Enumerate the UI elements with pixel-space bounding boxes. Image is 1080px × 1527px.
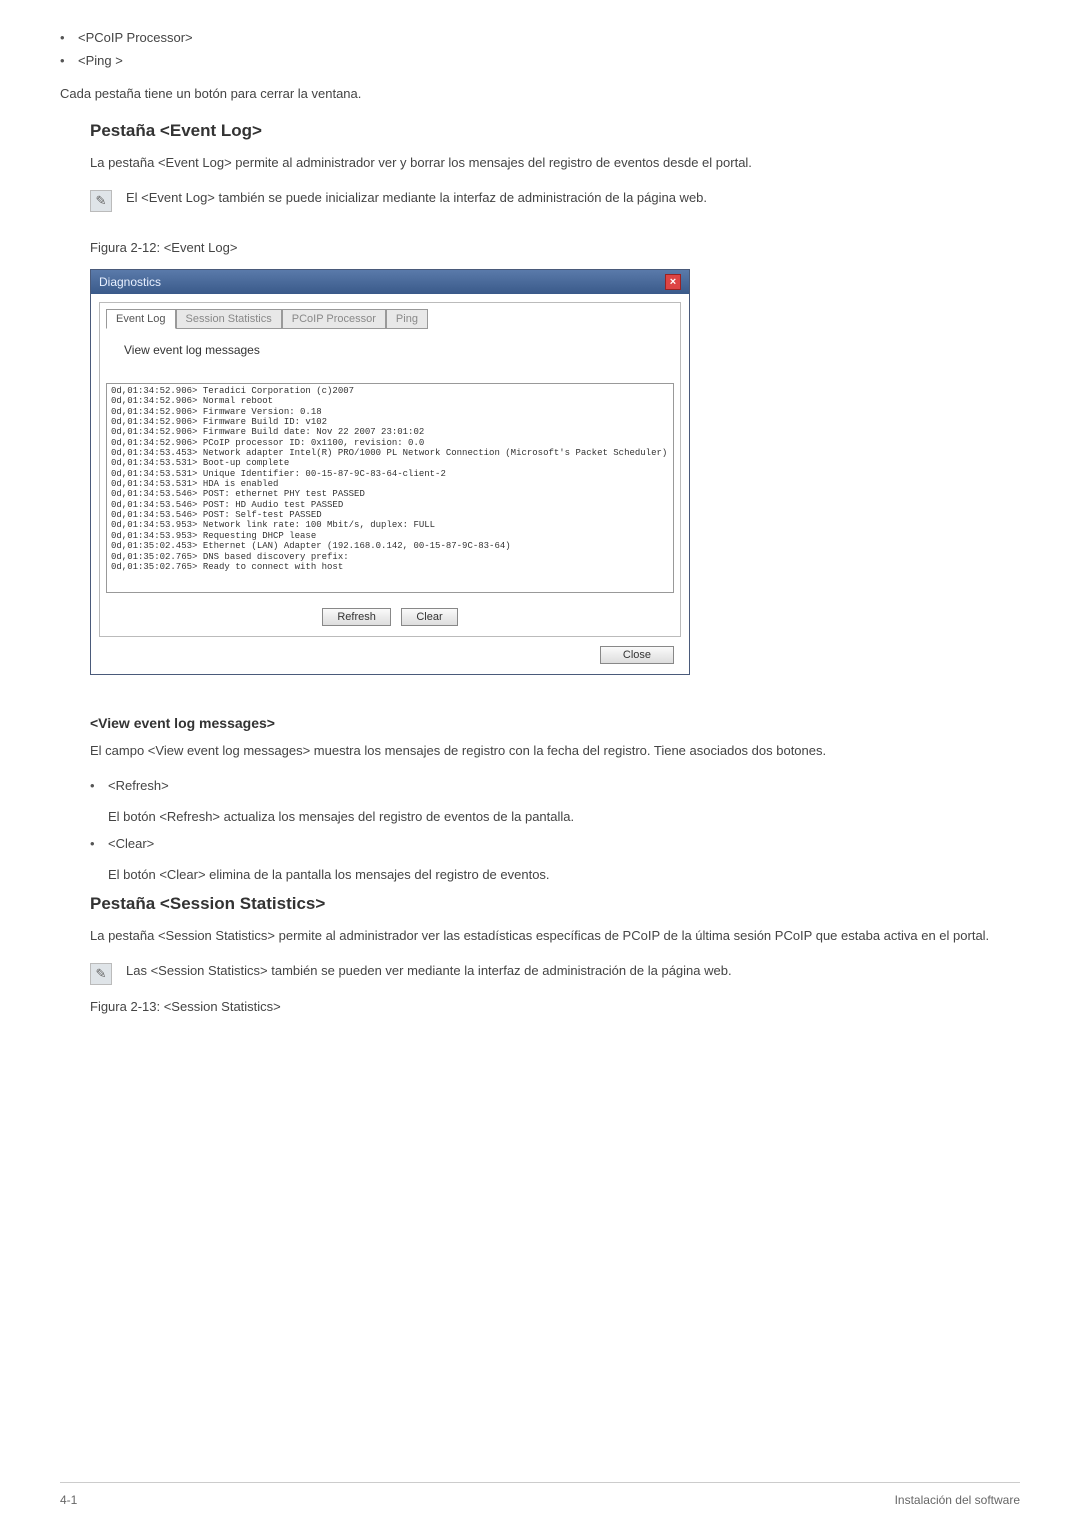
refresh-clear-list: <Refresh> bbox=[90, 778, 1020, 793]
clear-button[interactable]: Clear bbox=[401, 608, 457, 626]
close-button[interactable]: Close bbox=[600, 646, 674, 664]
paragraph: La pestaña <Event Log> permite al admini… bbox=[90, 155, 1020, 170]
tab-ping[interactable]: Ping bbox=[386, 309, 428, 329]
close-icon[interactable]: × bbox=[665, 274, 681, 290]
list-item: <Clear> bbox=[90, 836, 1020, 851]
note: ✎ Las <Session Statistics> también se pu… bbox=[90, 963, 1020, 985]
heading-event-log: Pestaña <Event Log> bbox=[90, 121, 1020, 141]
dialog-title: Diagnostics bbox=[99, 275, 161, 289]
note-text: El <Event Log> también se puede iniciali… bbox=[126, 190, 707, 205]
page-number: 4-1 bbox=[60, 1493, 77, 1507]
paragraph: El campo <View event log messages> muest… bbox=[90, 743, 1020, 758]
list-item: <Ping > bbox=[60, 53, 1020, 68]
list-item: <Refresh> bbox=[90, 778, 1020, 793]
figure-caption: Figura 2-13: <Session Statistics> bbox=[90, 999, 1020, 1014]
tab-strip: Event Log Session Statistics PCoIP Proce… bbox=[106, 309, 674, 329]
view-label: View event log messages bbox=[106, 343, 674, 357]
note-icon: ✎ bbox=[90, 963, 112, 985]
tab-pcoip-processor[interactable]: PCoIP Processor bbox=[282, 309, 386, 329]
tab-event-log[interactable]: Event Log bbox=[106, 309, 176, 329]
list-item-desc: El botón <Clear> elimina de la pantalla … bbox=[90, 867, 1020, 882]
refresh-button[interactable]: Refresh bbox=[322, 608, 391, 626]
figure-caption: Figura 2-12: <Event Log> bbox=[90, 240, 1020, 255]
page-footer: 4-1 Instalación del software bbox=[60, 1482, 1020, 1507]
list-item-desc: El botón <Refresh> actualiza los mensaje… bbox=[90, 809, 1020, 824]
heading-view-messages: <View event log messages> bbox=[90, 715, 1020, 731]
list-item: <PCoIP Processor> bbox=[60, 30, 1020, 45]
paragraph: La pestaña <Session Statistics> permite … bbox=[90, 928, 1020, 943]
note-icon: ✎ bbox=[90, 190, 112, 212]
paragraph: Cada pestaña tiene un botón para cerrar … bbox=[60, 86, 1020, 101]
note: ✎ El <Event Log> también se puede inicia… bbox=[90, 190, 1020, 212]
top-bullet-list: <PCoIP Processor> <Ping > bbox=[60, 30, 1020, 68]
diagnostics-dialog: Diagnostics × Event Log Session Statisti… bbox=[90, 269, 690, 675]
note-text: Las <Session Statistics> también se pued… bbox=[126, 963, 732, 978]
footer-title: Instalación del software bbox=[895, 1493, 1020, 1507]
heading-session-statistics: Pestaña <Session Statistics> bbox=[90, 894, 1020, 914]
dialog-titlebar: Diagnostics × bbox=[91, 270, 689, 294]
event-log-textarea[interactable]: 0d,01:34:52.906> Teradici Corporation (c… bbox=[106, 383, 674, 593]
tab-session-statistics[interactable]: Session Statistics bbox=[176, 309, 282, 329]
